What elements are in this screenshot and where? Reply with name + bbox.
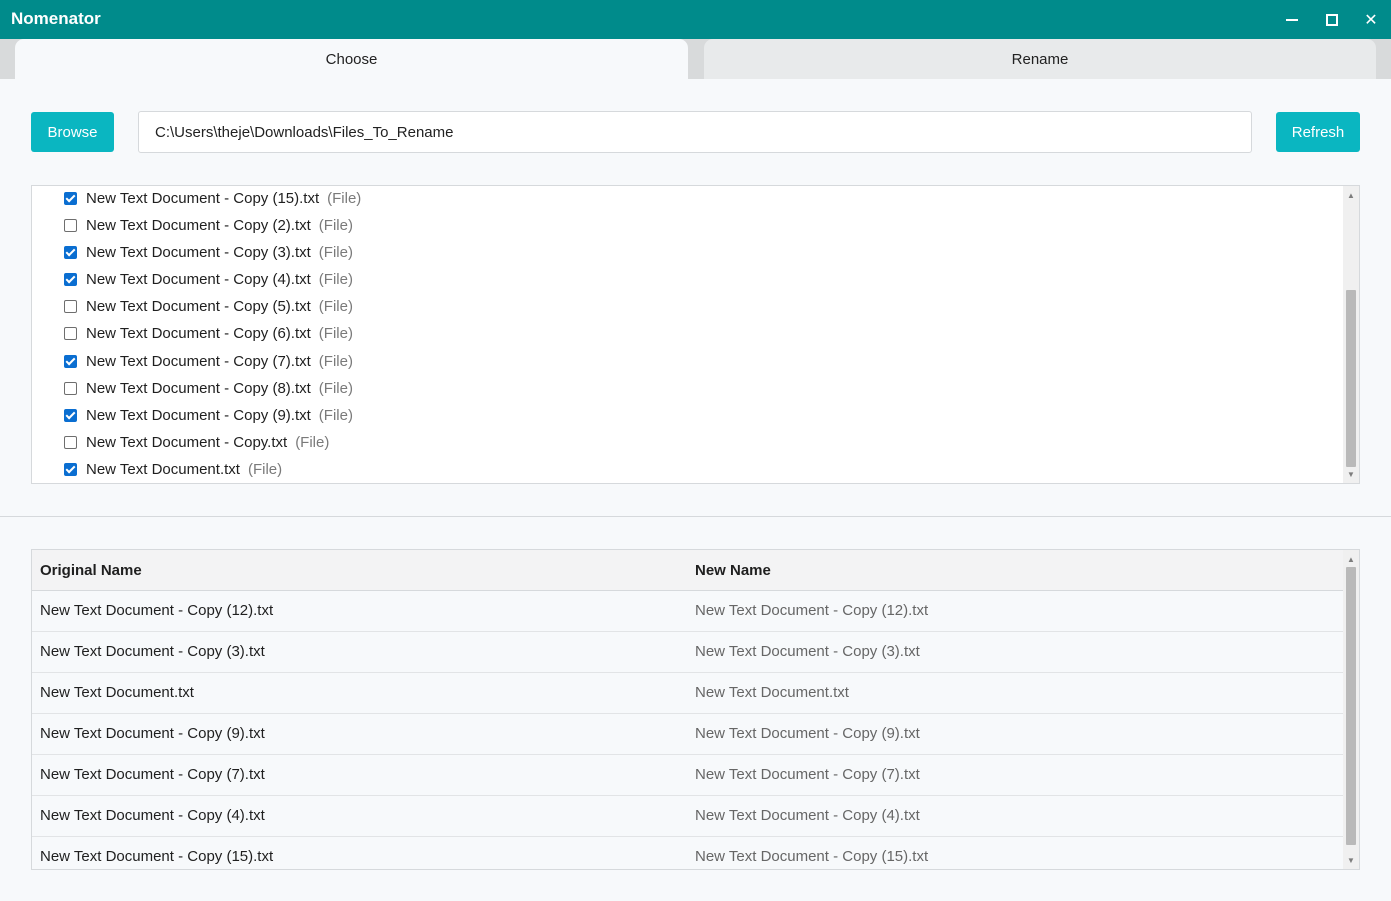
new-name-cell: New Text Document - Copy (12).txt xyxy=(695,602,929,619)
file-name: New Text Document - Copy (15).txt xyxy=(86,190,320,207)
table-header: Original Name New Name xyxy=(32,550,1344,591)
folder-path-input[interactable] xyxy=(138,111,1252,153)
file-name: New Text Document - Copy (2).txt xyxy=(86,217,311,234)
file-list-item[interactable]: New Text Document - Copy (5).txt (File) xyxy=(64,293,353,320)
section-divider xyxy=(0,516,1391,517)
new-name-cell: New Text Document - Copy (4).txt xyxy=(695,807,920,824)
file-list-scrollbar[interactable]: ▲ ▼ xyxy=(1343,186,1359,483)
file-name: New Text Document - Copy (4).txt xyxy=(86,271,311,288)
original-name-cell: New Text Document - Copy (3).txt xyxy=(40,643,265,660)
file-name: New Text Document - Copy.txt xyxy=(86,434,288,451)
file-name: New Text Document - Copy (5).txt xyxy=(86,298,311,315)
file-list-item[interactable]: New Text Document - Copy.txt (File) xyxy=(64,429,329,456)
file-name: New Text Document - Copy (6).txt xyxy=(86,325,311,342)
file-kind: (File) xyxy=(318,353,353,370)
table-row[interactable]: New Text Document - Copy (9).txt New Text… xyxy=(32,714,1344,755)
file-checkbox[interactable] xyxy=(64,436,77,449)
app-title: Nomenator xyxy=(11,9,101,28)
file-name: New Text Document.txt xyxy=(86,461,240,478)
file-list-item[interactable]: New Text Document - Copy (2).txt (File) xyxy=(64,212,353,239)
new-name-cell: New Text Document - Copy (15).txt xyxy=(695,848,929,865)
tab-choose[interactable]: Choose xyxy=(15,39,688,79)
file-list-item[interactable]: New Text Document - Copy (3).txt (File) xyxy=(64,239,353,266)
table-row[interactable]: New Text Document - Copy (3).txt New Text… xyxy=(32,632,1344,673)
file-kind: (File) xyxy=(318,407,353,424)
file-kind: (File) xyxy=(318,217,353,234)
file-kind: (File) xyxy=(318,298,353,315)
maximize-button[interactable] xyxy=(1312,0,1352,39)
file-list-item[interactable]: New Text Document - Copy (15).txt (File) xyxy=(64,186,362,212)
file-name: New Text Document - Copy (3).txt xyxy=(86,244,311,261)
minimize-button[interactable] xyxy=(1272,0,1312,39)
file-kind: (File) xyxy=(247,461,283,478)
close-button[interactable]: ✕ xyxy=(1351,0,1391,39)
table-scrollbar[interactable]: ▲ ▼ xyxy=(1343,550,1359,869)
file-list-item[interactable]: New Text Document - Copy (4).txt (File) xyxy=(64,266,353,293)
column-header-original: Original Name xyxy=(40,562,142,579)
table-row[interactable]: New Text Document - Copy (4).txt New Text… xyxy=(32,796,1344,837)
original-name-cell: New Text Document - Copy (9).txt xyxy=(40,725,265,742)
scroll-up-arrow-icon[interactable]: ▲ xyxy=(1343,552,1359,566)
scrollbar-thumb[interactable] xyxy=(1346,567,1356,845)
table-row[interactable]: New Text Document - Copy (12).txt New Tex… xyxy=(32,591,1344,632)
maximize-icon xyxy=(1326,13,1338,26)
file-checkbox[interactable] xyxy=(64,219,77,232)
title-bar: Nomenator ✕ xyxy=(0,0,1391,39)
browse-button[interactable]: Browse xyxy=(31,112,114,152)
file-checkbox[interactable] xyxy=(64,409,77,422)
file-checkbox[interactable] xyxy=(64,355,77,368)
new-name-cell: New Text Document.txt xyxy=(695,684,849,701)
tab-strip: Choose Rename xyxy=(0,39,1391,79)
file-kind: (File) xyxy=(327,190,362,207)
refresh-button[interactable]: Refresh xyxy=(1276,112,1360,152)
original-name-cell: New Text Document - Copy (15).txt xyxy=(40,848,274,865)
file-checkbox[interactable] xyxy=(64,246,77,259)
file-kind: (File) xyxy=(295,434,330,451)
close-icon: ✕ xyxy=(1364,11,1378,29)
table-row[interactable]: New Text Document - Copy (7).txt New Text… xyxy=(32,755,1344,796)
table-row[interactable]: New Text Document - Copy (15).txt New Tex… xyxy=(32,837,1344,869)
scroll-down-arrow-icon[interactable]: ▼ xyxy=(1343,853,1359,867)
file-checkbox[interactable] xyxy=(64,192,77,205)
file-name: New Text Document - Copy (9).txt xyxy=(86,407,311,424)
file-list: New Text Document - Copy (15).txt (File) … xyxy=(31,185,1360,484)
table-row[interactable]: New Text Document.txt New Text Document.t… xyxy=(32,673,1344,714)
scroll-up-arrow-icon[interactable]: ▲ xyxy=(1343,188,1359,202)
new-name-cell: New Text Document - Copy (9).txt xyxy=(695,725,920,742)
file-kind: (File) xyxy=(318,244,353,261)
file-name: New Text Document - Copy (8).txt xyxy=(86,380,311,397)
file-list-item[interactable]: New Text Document - Copy (8).txt (File) xyxy=(64,375,353,402)
tab-rename[interactable]: Rename xyxy=(704,39,1376,79)
file-checkbox[interactable] xyxy=(64,382,77,395)
file-list-item[interactable]: New Text Document.txt (File) xyxy=(64,456,282,483)
scroll-down-arrow-icon[interactable]: ▼ xyxy=(1343,467,1359,481)
file-list-item[interactable]: New Text Document - Copy (9).txt (File) xyxy=(64,402,353,429)
file-list-item[interactable]: New Text Document - Copy (6).txt (File) xyxy=(64,320,353,347)
new-name-cell: New Text Document - Copy (7).txt xyxy=(695,766,920,783)
column-header-new: New Name xyxy=(695,562,771,579)
original-name-cell: New Text Document - Copy (12).txt xyxy=(40,602,274,619)
new-name-cell: New Text Document - Copy (3).txt xyxy=(695,643,920,660)
file-checkbox[interactable] xyxy=(64,273,77,286)
file-checkbox[interactable] xyxy=(64,300,77,313)
file-kind: (File) xyxy=(318,380,353,397)
file-kind: (File) xyxy=(318,271,353,288)
original-name-cell: New Text Document.txt xyxy=(40,684,194,701)
file-checkbox[interactable] xyxy=(64,463,77,476)
rename-preview-table: Original Name New Name New Text Document… xyxy=(31,549,1360,870)
minimize-icon xyxy=(1286,19,1298,21)
original-name-cell: New Text Document - Copy (4).txt xyxy=(40,807,265,824)
scrollbar-thumb[interactable] xyxy=(1346,290,1356,467)
file-list-item[interactable]: New Text Document - Copy (7).txt (File) xyxy=(64,348,353,375)
file-name: New Text Document - Copy (7).txt xyxy=(86,353,311,370)
original-name-cell: New Text Document - Copy (7).txt xyxy=(40,766,265,783)
file-checkbox[interactable] xyxy=(64,327,77,340)
file-kind: (File) xyxy=(318,325,353,342)
